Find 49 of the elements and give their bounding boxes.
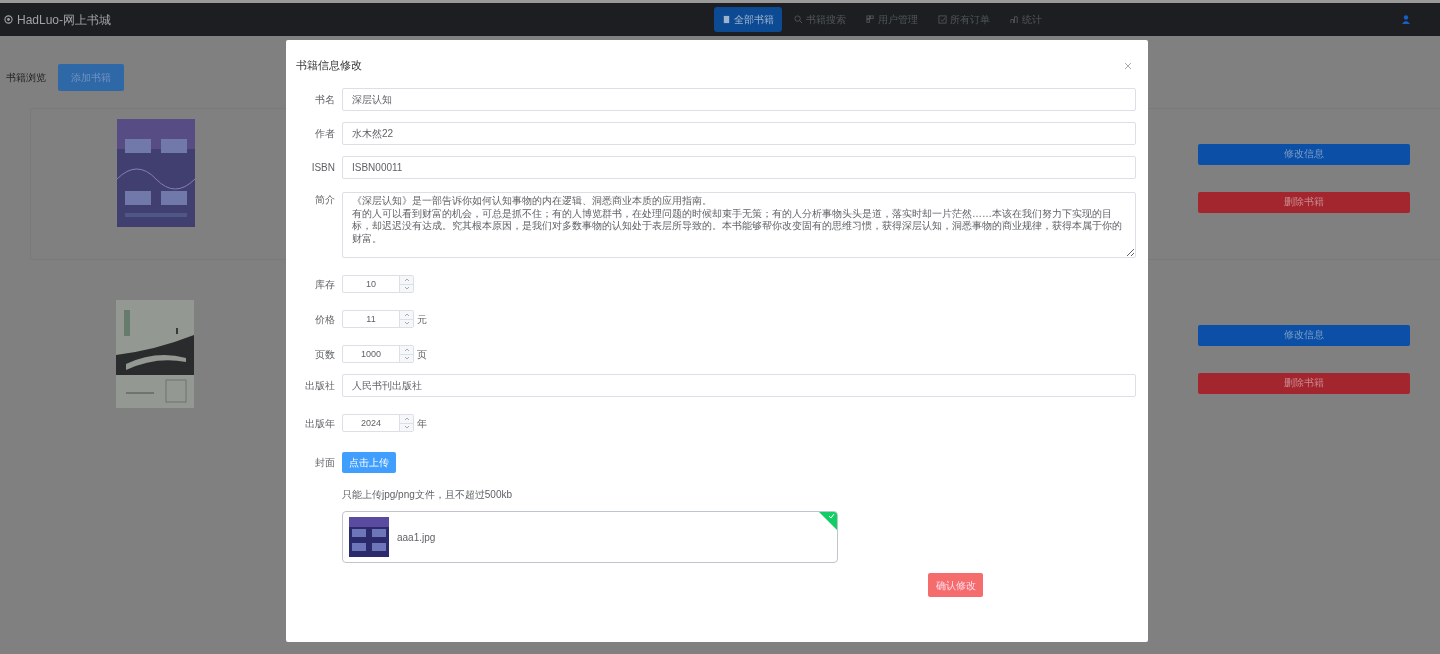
search-icon [793,15,803,24]
field-label: 书名 [314,93,336,107]
document-icon [721,15,731,24]
field-label: 价格 [314,312,336,327]
text-field[interactable]: 深层认知 [342,88,1136,111]
description-field[interactable]: 《深层认知》是一部告诉你如何认知事物的内在逻辑、洞悉商业本质的应用指南。 有的人可以看到财富的机会，可总是抓不住；有的人博览群书，在处理问题的时候却束手无策；有的人分析事物头头是道，落实时却一片茫然……本该在我们努力下实现的目标，却迟迟没有达成。究其根本原因，是我们对多数事物的认知处于表层所导致的。本书能够帮你改变固有的思维习惯，获得深层认知，洞悉事物的商业规律，获得本属于你的财富。 [342,192,1136,258]
field-label: ISBN [310,161,336,175]
bar-chart-icon [1009,15,1019,24]
logo-icon [4,15,13,24]
field-label: 出版社 [304,379,336,393]
page-heading: 书籍浏览 [6,71,46,85]
increment-icon[interactable] [400,276,413,284]
decrement-icon[interactable] [400,283,413,292]
decrement-icon[interactable] [400,353,413,362]
site-title[interactable]: HadLuo-网上书城 [17,10,112,29]
text-field[interactable]: ISBN00011 [342,156,1136,179]
field-label: 库存 [314,277,336,292]
dialog-title: 书籍信息修改 [296,57,362,73]
hint-text: 只能上传jpg/png文件，且不超过500kb [342,488,514,502]
confirm-button[interactable]: 确认修改 [928,573,983,597]
nav-tab[interactable]: 全部书籍 [713,7,782,32]
field-label: 出版年 [304,416,336,431]
number-field[interactable]: 1000 [342,345,414,363]
increment-icon[interactable] [400,415,413,423]
user-icon[interactable] [1402,15,1410,24]
field-label: 简介 [314,193,336,207]
increment-icon[interactable] [400,311,413,319]
number-field[interactable]: 11 [342,310,414,328]
number-field[interactable]: 2024 [342,414,414,432]
unit-label: 页 [417,347,427,362]
unit-label: 年 [417,416,427,431]
checkbox-icon [937,15,947,24]
delete-book-button[interactable]: 删除书籍 [1198,192,1410,213]
text-field[interactable]: 人民书刊出版社 [342,374,1136,397]
number-field[interactable]: 10 [342,275,414,293]
decrement-icon[interactable] [400,318,413,327]
field-label: 页数 [314,347,336,362]
field-label: 封面 [314,456,336,470]
text-field[interactable]: 水木然22 [342,122,1136,145]
unit-label: 元 [417,312,427,327]
file-name: aaa1.jpg [397,530,436,545]
decrement-icon[interactable] [400,422,413,431]
edit-info-button[interactable]: 修改信息 [1198,144,1410,165]
delete-book-button[interactable]: 删除书籍 [1198,373,1410,394]
grid-icon [865,15,875,24]
edit-info-button[interactable]: 修改信息 [1198,325,1410,346]
field-label: 作者 [314,127,336,141]
upload-button[interactable]: 点击上传 [342,452,396,473]
increment-icon[interactable] [400,346,413,354]
